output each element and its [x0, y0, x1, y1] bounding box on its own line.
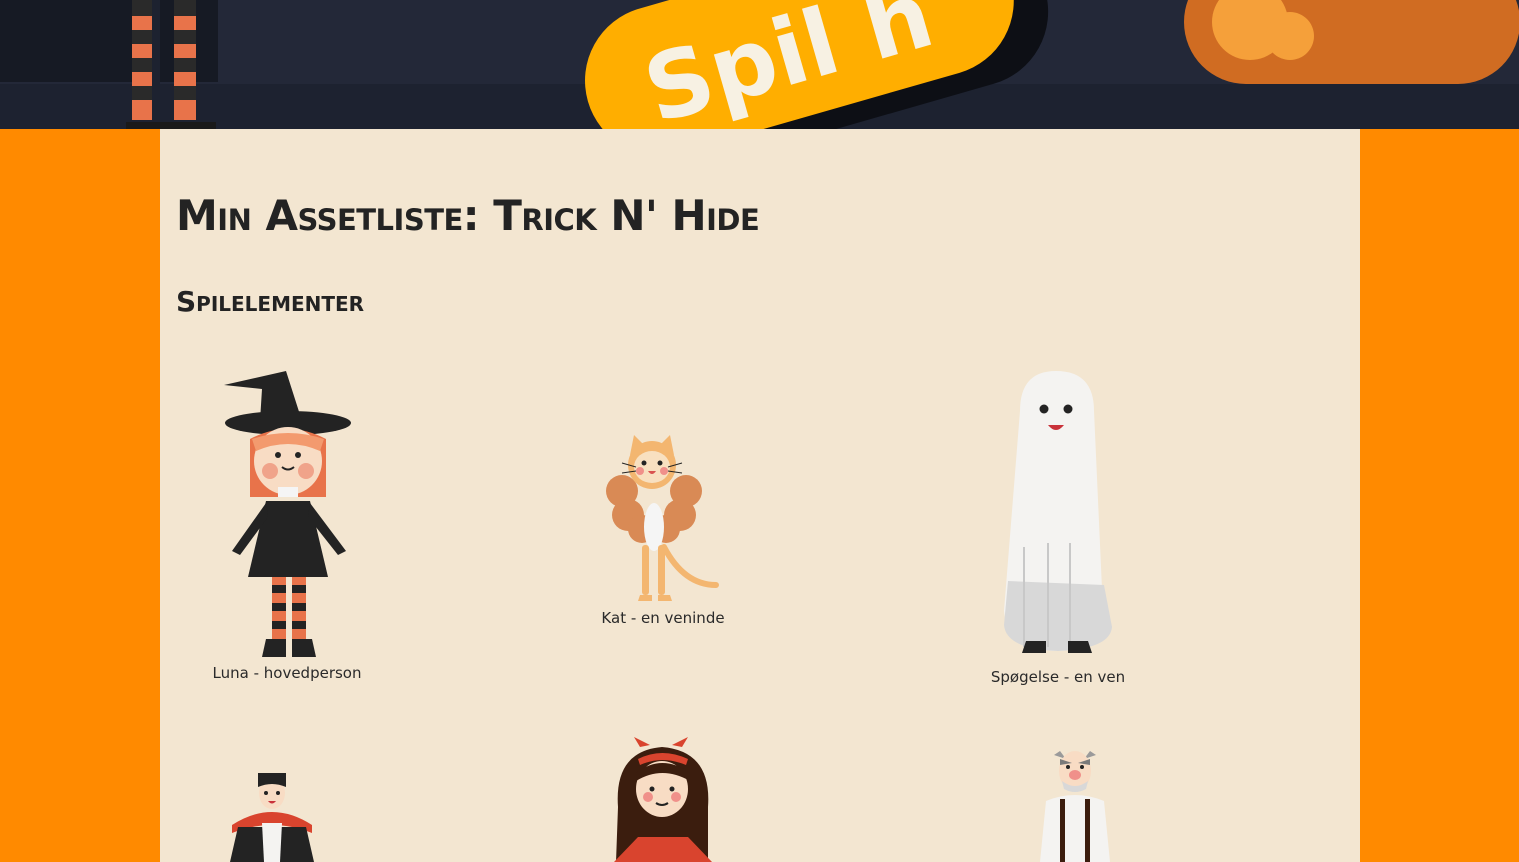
- striped-legs-icon: [126, 0, 216, 129]
- page-title: Min assetliste: Trick n' Hide: [176, 191, 760, 240]
- section-title: Spilelementer: [176, 285, 365, 318]
- caption-kat: Kat - en veninde: [601, 609, 725, 627]
- caption-luna: Luna - hovedperson: [212, 664, 362, 682]
- site-header: Spil h: [0, 0, 1519, 129]
- play-button[interactable]: Spil h: [560, 0, 1080, 129]
- old-man-icon: [1040, 751, 1110, 862]
- ghost-icon: [1004, 371, 1112, 653]
- pumpkin-shape-icon: [1184, 0, 1519, 84]
- vampire-icon: [230, 773, 314, 862]
- devil-girl-icon: [614, 737, 712, 862]
- cat-icon: [606, 435, 719, 601]
- caption-spogelse: Spøgelse - en ven: [990, 668, 1126, 686]
- content-panel: Min assetliste: Trick n' Hide Spilelemen…: [160, 129, 1360, 862]
- witch-icon: [224, 371, 351, 657]
